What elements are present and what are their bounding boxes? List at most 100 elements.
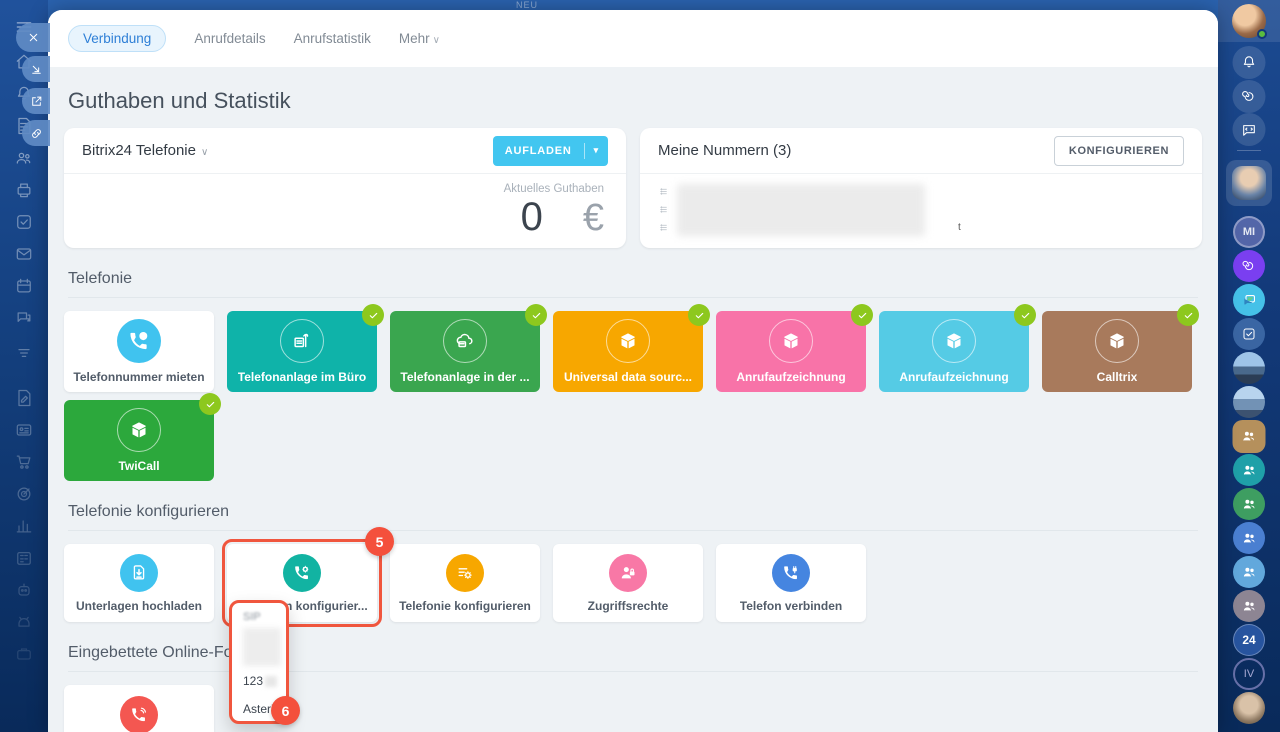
user-lock-icon [609,554,647,592]
slider-open-new-window-button[interactable] [22,88,50,114]
calendar-icon[interactable] [14,276,34,296]
sip-line-icons [658,184,669,236]
tile-telefonanlage-im-buero[interactable]: Telefonanlage im Büro [227,311,377,392]
briefcase-icon[interactable] [14,644,34,664]
trailing-text: t [958,222,961,233]
redacted-phone-numbers [677,184,925,236]
installed-check-icon [1177,304,1199,326]
tab-verbindung[interactable]: Verbindung [68,25,166,52]
installed-check-icon [1014,304,1036,326]
chat-icon[interactable] [14,308,34,328]
chevron-down-icon: ∨ [433,35,440,46]
settings-doc-icon [446,554,484,592]
tile-universal-data-source[interactable]: Universal data sourc... [553,311,703,392]
chat-avatar-photo[interactable] [1233,386,1265,418]
redacted-number-suffix [265,676,277,687]
shop-cart-icon[interactable] [14,452,34,472]
group-avatar[interactable] [1233,488,1265,520]
tasks-icon[interactable] [14,212,34,232]
sidebar-divider [1237,150,1261,151]
tile-anrufaufzeichnung-2[interactable]: Anrufaufzeichnung [879,311,1029,392]
phone-plug-icon [772,554,810,592]
right-sidebar: MI 24 IV [1218,0,1280,732]
cube-icon [117,408,161,452]
chat-avatar-cat[interactable] [1233,692,1265,724]
tile-unterlagen-hochladen[interactable]: Unterlagen hochladen [64,544,214,622]
phone-dollar-icon: $ [117,319,161,363]
users-icon[interactable] [14,148,34,168]
main-area: NEU Verbindung Anrufdetails Anrufstatist… [48,0,1218,732]
tile-telefonanlage-in-der-cloud[interactable]: Telefonanlage in der ... [390,311,540,392]
tutorial-step-badge-5: 5 [365,527,394,556]
installed-check-icon [688,304,710,326]
group-avatar[interactable] [1233,454,1265,486]
my-numbers-card: Meine Nummern (3) KONFIGURIEREN t [640,128,1202,248]
recharge-button[interactable]: AUFLADEN ▾ [493,136,608,166]
current-user-avatar[interactable] [1232,4,1266,38]
sign-document-icon[interactable] [14,388,34,408]
chevron-down-icon[interactable]: ▾ [585,145,608,156]
neu-badge: NEU [516,0,538,10]
svg-text:$: $ [141,333,145,340]
office-pbx-icon [280,319,324,363]
chat-avatar-iv[interactable]: IV [1233,658,1265,690]
group-avatar[interactable] [1233,522,1265,554]
document-upload-icon [120,554,158,592]
analytics-chart-icon[interactable] [14,516,34,536]
messenger-icon[interactable] [1233,113,1266,146]
tab-bar: Verbindung Anrufdetails Anrufstatistik M… [48,10,1218,67]
tile-telefonie-konfigurieren[interactable]: Telefonie konfigurieren [390,544,540,622]
schedule-icon[interactable] [14,548,34,568]
group-avatar[interactable] [1233,420,1266,453]
tile-zugriffsrechte[interactable]: Zugriffsrechte [553,544,703,622]
tile-telefonnummer-mieten[interactable]: $ Telefonnummer mieten [64,311,214,392]
my-numbers-title: Meine Nummern (3) [658,142,791,159]
tile-telefon-verbinden[interactable]: Telefon verbinden [716,544,866,622]
chat-avatar-photo[interactable] [1233,352,1265,384]
mail-icon[interactable] [14,244,34,264]
marketing-target-icon[interactable] [14,484,34,504]
section-title-konfigurieren: Telefonie konfigurieren [68,503,1198,531]
chat-avatar-mi[interactable]: MI [1233,216,1265,248]
balance-card-title[interactable]: Bitrix24 Telefonie∨ [82,142,208,159]
chat-user-avatar[interactable] [1226,160,1272,206]
configure-numbers-button[interactable]: KONFIGURIEREN [1054,136,1184,166]
cloud-pbx-icon [443,319,487,363]
tab-mehr[interactable]: Mehr∨ [399,31,440,46]
dropdown-item-sip[interactable]: SIP [243,611,286,623]
dropdown-item-number[interactable]: 123 [243,674,286,688]
page-title: Guthaben und Statistik [68,88,1198,114]
android-icon[interactable] [14,612,34,632]
balance-label: Aktuelles Guthaben [86,183,604,195]
balance-card: Bitrix24 Telefonie∨ AUFLADEN ▾ Aktuelles… [64,128,626,248]
phone-callback-icon [120,696,158,732]
tab-anrufdetails[interactable]: Anrufdetails [194,31,265,46]
bitrix24-chat-avatar[interactable]: 24 [1233,624,1265,656]
crm-card-icon[interactable] [14,420,34,440]
slider-collapse-button[interactable] [22,56,50,82]
tile-anrufaufzeichnung-1[interactable]: Anrufaufzeichnung [716,311,866,392]
slider-close-button[interactable] [16,23,50,52]
chevron-down-icon: ∨ [201,147,208,158]
group-chat-avatar[interactable] [1233,284,1265,316]
cube-icon [1095,319,1139,363]
tab-anrufstatistik[interactable]: Anrufstatistik [294,31,371,46]
printer-icon[interactable] [14,180,34,200]
cube-icon [932,319,976,363]
feed-icon[interactable] [14,343,34,363]
copilot-icon[interactable] [1233,80,1266,113]
notifications-bell-icon[interactable] [1233,46,1266,79]
robot-icon[interactable] [14,580,34,600]
tile-twicall[interactable]: TwiCall [64,400,214,481]
cube-icon [769,319,813,363]
group-avatar[interactable] [1233,556,1265,588]
tile-rueckruf[interactable]: Rückruf [64,685,214,732]
copilot-chat-avatar[interactable] [1233,250,1265,282]
phone-gear-icon [283,554,321,592]
slider-copy-link-button[interactable] [22,120,50,146]
tasks-chat-avatar[interactable] [1233,318,1265,350]
group-avatar[interactable] [1233,590,1265,622]
tile-calltrix[interactable]: Calltrix [1042,311,1192,392]
online-status-dot [1257,29,1267,39]
tutorial-step-badge-6: 6 [271,696,300,725]
